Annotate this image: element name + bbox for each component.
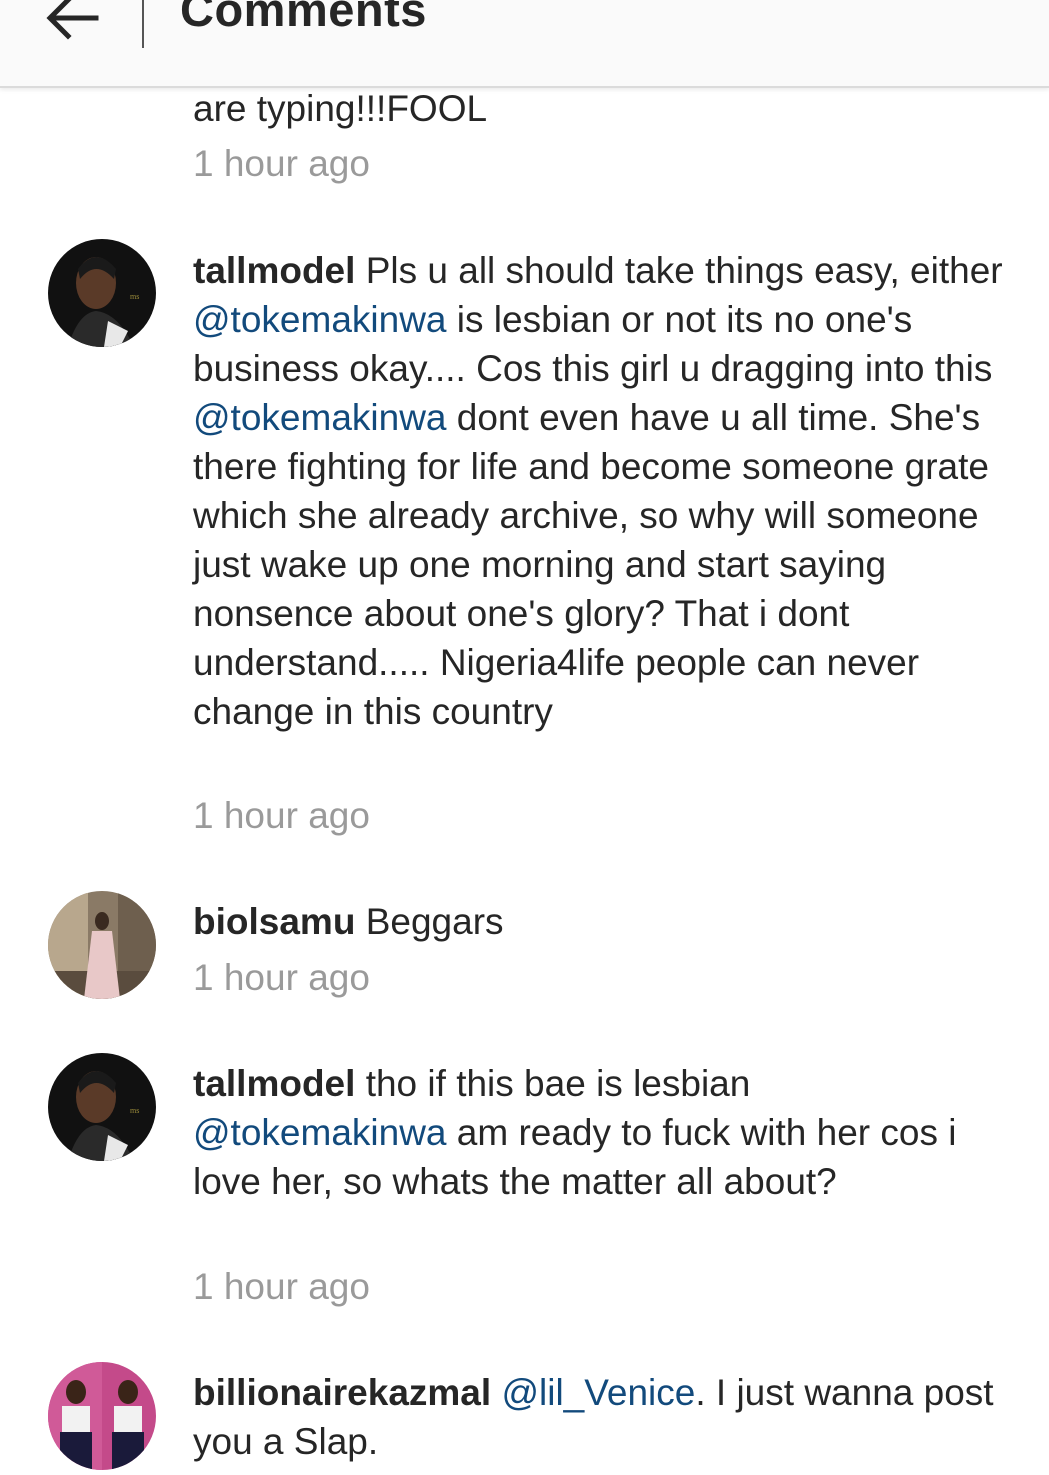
mention-link[interactable]: @tokemakinwa [193,1112,447,1153]
comment-text: are typing!!!FOOL [193,84,1013,133]
back-arrow-icon[interactable] [40,0,104,50]
comment-text: tallmodel tho if this bae is lesbian @to… [193,1059,1013,1206]
comment-text: biolsamu Beggars [193,897,1013,946]
avatar-biolsamu-image [48,891,156,999]
svg-text:ms: ms [130,1106,139,1115]
comment-body-part: dont even have u all time. She's there f… [193,397,989,732]
mention-link[interactable]: @tokemakinwa [193,299,447,340]
comment-body-part: tho if this bae is lesbian [355,1063,751,1104]
comment-timestamp: 1 hour ago [193,957,370,998]
avatar-tallmodel-image: ms [48,1053,156,1161]
comment-username[interactable]: tallmodel [193,1063,355,1104]
mention-link[interactable]: @lil_Venice [501,1372,695,1413]
svg-text:ms: ms [130,292,139,301]
avatar[interactable]: ms [48,1053,156,1161]
avatar[interactable]: ms [48,239,156,347]
header-divider [142,0,144,48]
comment-timestamp: 1 hour ago [193,795,370,836]
comment-timestamp: 1 hour ago [193,1266,370,1307]
avatar-billionairekazmal-image [48,1362,156,1470]
comment-timestamp: 1 hour ago [193,143,370,184]
comment-username[interactable]: billionairekazmal [193,1372,491,1413]
comment-text: tallmodel Pls u all should take things e… [193,246,1013,736]
avatar-tallmodel-image: ms [48,239,156,347]
header-bar: Comments [0,0,1049,88]
comment-username[interactable]: biolsamu [193,901,355,942]
comment-body-part: Beggars [355,901,504,942]
mention-link[interactable]: @tokemakinwa [193,397,447,438]
page-title: Comments [180,0,427,36]
avatar[interactable] [48,891,156,999]
comment-username[interactable]: tallmodel [193,250,355,291]
comment-text: billionairekazmal @lil_Venice. I just wa… [193,1368,1013,1466]
comment-body-part: Pls u all should take things easy, eithe… [355,250,1003,291]
avatar[interactable] [48,1362,156,1470]
comment-body-part [491,1372,501,1413]
comment-body: are typing!!!FOOL [193,88,488,129]
